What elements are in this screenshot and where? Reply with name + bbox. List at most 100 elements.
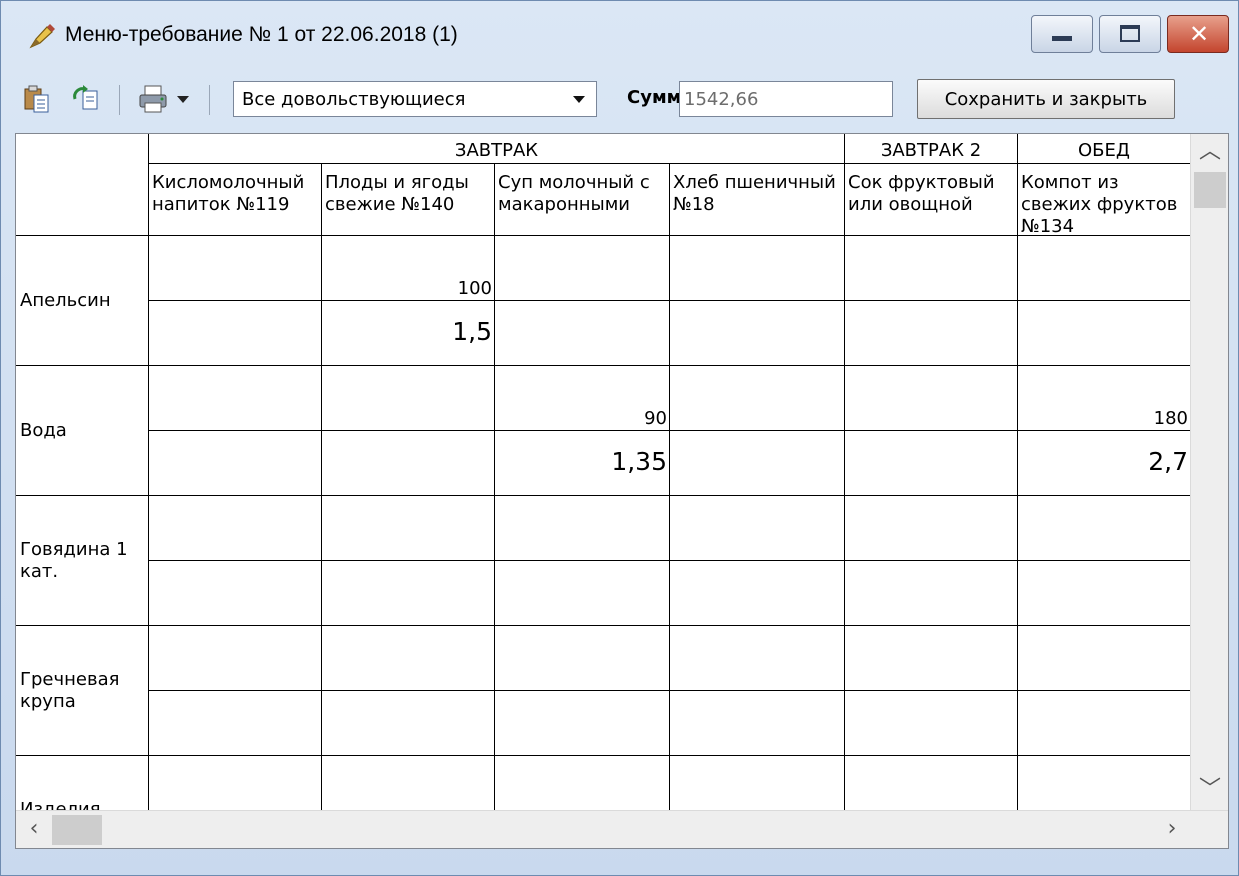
close-button[interactable]: ✕ [1167, 15, 1229, 53]
consumer-filter-value: Все довольствующиеся [242, 89, 466, 110]
quantity-cell[interactable] [845, 756, 1018, 810]
quantity-cell[interactable] [322, 756, 495, 810]
cost-cell[interactable]: 1,35 [495, 431, 670, 496]
quantity-cell[interactable] [149, 756, 322, 810]
cost-cell[interactable] [495, 301, 670, 366]
cost-cell[interactable] [149, 691, 322, 756]
maximize-button[interactable] [1099, 15, 1161, 53]
cost-cell[interactable]: 1,5 [322, 301, 495, 366]
quantity-cell[interactable]: 180 [1018, 366, 1190, 431]
save-and-close-button[interactable]: Сохранить и закрыть [917, 79, 1175, 119]
quantity-cell[interactable] [670, 366, 845, 431]
dropdown-arrow-icon[interactable] [173, 83, 193, 115]
paste-icon[interactable] [21, 83, 53, 115]
cost-cell[interactable] [149, 561, 322, 626]
cost-cell[interactable] [149, 301, 322, 366]
cost-cell[interactable] [322, 561, 495, 626]
dish-header[interactable]: Кисломолочный напиток №119 [149, 164, 322, 236]
cost-cell[interactable] [322, 431, 495, 496]
print-icon[interactable] [137, 83, 169, 115]
cost-cell[interactable] [1018, 301, 1190, 366]
close-icon: ✕ [1188, 20, 1210, 48]
meal-group-header: ЗАВТРАК 2 [845, 134, 1018, 164]
quantity-cell[interactable] [149, 496, 322, 561]
dish-header[interactable]: Плоды и ягоды свежие №140 [322, 164, 495, 236]
cost-cell[interactable] [845, 691, 1018, 756]
quantity-cell[interactable] [670, 626, 845, 691]
pen-tool-icon [29, 24, 55, 49]
cost-cell[interactable] [845, 301, 1018, 366]
minimize-button[interactable] [1031, 15, 1093, 53]
menu-grid: ЗАВТРАК ЗАВТРАК 2 ОБЕД Кисломолочный напито… [15, 133, 1229, 849]
scroll-down-icon[interactable]: ﹀ [1194, 774, 1226, 806]
scroll-up-icon[interactable]: ︿ [1194, 136, 1226, 168]
dish-header[interactable]: Компот из свежих фруктов №134 [1018, 164, 1190, 236]
quantity-cell[interactable] [845, 496, 1018, 561]
vertical-scrollbar[interactable]: ︿ ﹀ [1190, 134, 1228, 810]
cost-cell[interactable] [670, 431, 845, 496]
menu-requirement-window: Меню-требование № 1 от 22.06.2018 (1) ✕ [0, 0, 1239, 876]
ingredient-row-label[interactable]: Говядина 1 кат. [16, 496, 149, 626]
scroll-left-icon[interactable]: ‹ [18, 813, 50, 845]
consumer-filter-select[interactable]: Все довольствующиеся [233, 81, 597, 117]
cost-cell[interactable] [1018, 561, 1190, 626]
ingredient-row-label[interactable]: Изделия формованные [16, 756, 149, 810]
quantity-cell[interactable] [495, 756, 670, 810]
quantity-cell[interactable] [322, 366, 495, 431]
dish-header[interactable]: Хлеб пшеничный №18 [670, 164, 845, 236]
quantity-cell[interactable] [322, 496, 495, 561]
cost-cell[interactable] [495, 561, 670, 626]
window-title: Меню-требование № 1 от 22.06.2018 (1) [65, 23, 458, 46]
toolbar: Все довольствующиеся Сумма: Сохранить и … [15, 75, 1225, 125]
quantity-cell[interactable] [495, 236, 670, 301]
quantity-cell[interactable] [149, 236, 322, 301]
quantity-cell[interactable] [149, 366, 322, 431]
ingredient-row-label[interactable]: Апельсин [16, 236, 149, 366]
quantity-cell[interactable] [670, 496, 845, 561]
cost-cell[interactable] [1018, 691, 1190, 756]
scroll-right-icon[interactable]: › [1156, 813, 1188, 845]
ingredient-row-label[interactable]: Гречневая крупа [16, 626, 149, 756]
toolbar-separator [119, 85, 120, 115]
quantity-cell[interactable] [1018, 756, 1190, 810]
dish-header[interactable]: Суп молочный с макаронными [495, 164, 670, 236]
quantity-cell[interactable]: 90 [495, 366, 670, 431]
cost-cell[interactable] [670, 691, 845, 756]
quantity-cell[interactable] [845, 626, 1018, 691]
quantity-cell[interactable] [495, 626, 670, 691]
refresh-icon[interactable] [71, 83, 103, 115]
maximize-icon [1120, 25, 1140, 42]
quantity-cell[interactable] [670, 236, 845, 301]
quantity-cell[interactable] [670, 756, 845, 810]
cost-cell[interactable] [149, 431, 322, 496]
title-bar[interactable]: Меню-требование № 1 от 22.06.2018 (1) ✕ [1, 1, 1238, 73]
quantity-cell[interactable] [845, 366, 1018, 431]
quantity-cell[interactable] [322, 626, 495, 691]
meal-group-header: ОБЕД [1018, 134, 1190, 164]
dish-header[interactable]: Сок фруктовый или овощной [845, 164, 1018, 236]
vertical-scroll-thumb[interactable] [1194, 172, 1226, 208]
cost-cell[interactable] [845, 431, 1018, 496]
cost-cell[interactable] [670, 301, 845, 366]
quantity-cell[interactable] [149, 626, 322, 691]
cost-cell[interactable] [495, 691, 670, 756]
horizontal-scrollbar[interactable]: ‹ › [16, 810, 1228, 848]
cost-cell[interactable] [670, 561, 845, 626]
chevron-down-icon[interactable] [564, 84, 594, 114]
quantity-cell[interactable] [1018, 496, 1190, 561]
meal-group-header: ЗАВТРАК [149, 134, 845, 164]
ingredient-row-label[interactable]: Вода [16, 366, 149, 496]
grid-corner-cell [16, 134, 149, 236]
quantity-cell[interactable] [1018, 626, 1190, 691]
cost-cell[interactable]: 2,7 [1018, 431, 1190, 496]
horizontal-scroll-thumb[interactable] [52, 815, 102, 845]
quantity-cell[interactable]: 100 [322, 236, 495, 301]
quantity-cell[interactable] [1018, 236, 1190, 301]
toolbar-separator [209, 85, 210, 115]
cost-cell[interactable] [322, 691, 495, 756]
quantity-cell[interactable] [495, 496, 670, 561]
grid-cells: ЗАВТРАК ЗАВТРАК 2 ОБЕД Кисломолочный напито… [16, 134, 1190, 810]
quantity-cell[interactable] [845, 236, 1018, 301]
cost-cell[interactable] [845, 561, 1018, 626]
sum-field[interactable] [679, 81, 893, 117]
